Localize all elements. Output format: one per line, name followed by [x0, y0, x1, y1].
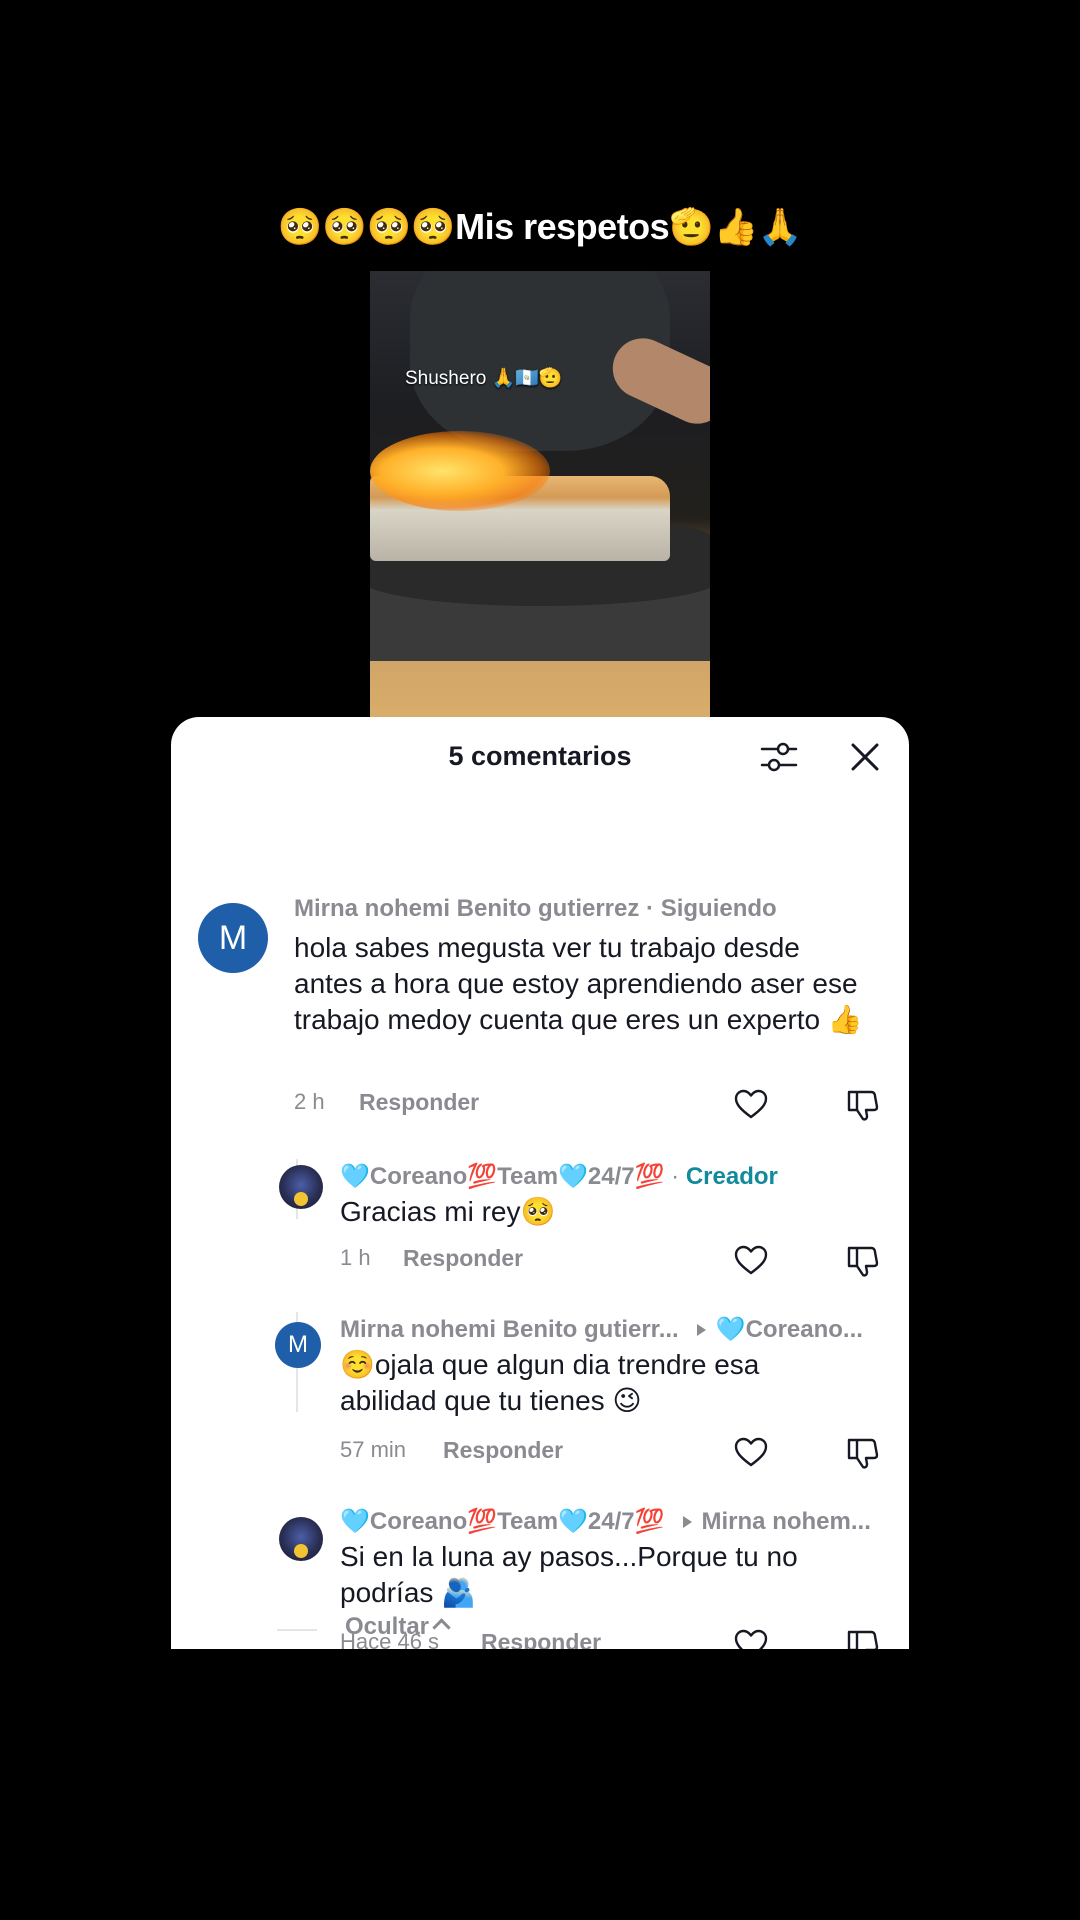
- dislike-icon[interactable]: [845, 1244, 881, 1278]
- avatar[interactable]: M: [198, 903, 268, 973]
- close-icon[interactable]: [847, 739, 883, 775]
- comments-sheet: 5 comentarios M Mirna nohemi Benito guti…: [171, 717, 909, 1649]
- reply-to-user[interactable]: 🩵Coreano...: [716, 1316, 863, 1343]
- video-player[interactable]: Shushero 🙏🇬🇹🫡: [370, 271, 710, 721]
- heart-icon[interactable]: [733, 1244, 769, 1276]
- reply-button[interactable]: Responder: [359, 1089, 479, 1116]
- creator-badge: Creador: [685, 1163, 778, 1190]
- hide-divider: [277, 1629, 317, 1631]
- avatar[interactable]: M: [275, 1322, 321, 1368]
- dislike-icon[interactable]: [845, 1088, 881, 1122]
- comment-author[interactable]: 🩵Coreano💯Team🩵24/7💯: [340, 1508, 665, 1535]
- comment-text: Gracias mi rey🥺: [340, 1196, 556, 1227]
- comment-author[interactable]: Mirna nohemi Benito gutierr...: [340, 1316, 679, 1343]
- follow-status: · Siguiendo: [639, 895, 777, 922]
- comment-author[interactable]: 🩵Coreano💯Team🩵24/7💯: [340, 1163, 665, 1190]
- comment-meta: Mirna nohemi Benito gutierrez · Siguiend…: [294, 895, 777, 923]
- avatar[interactable]: [279, 1517, 323, 1561]
- comment-meta: Mirna nohemi Benito gutierr... 🩵Coreano..…: [340, 1315, 863, 1344]
- avatar[interactable]: [279, 1165, 323, 1209]
- reply-arrow-icon: [682, 1515, 692, 1528]
- comment-time: 1 h: [340, 1245, 371, 1270]
- chevron-up-icon: [432, 1618, 451, 1637]
- dislike-icon[interactable]: [845, 1436, 881, 1470]
- comment-text: ☺️ojala que algun dia trendre esa abilid…: [340, 1349, 760, 1416]
- dislike-icon[interactable]: [845, 1628, 881, 1649]
- comment-text: hola sabes megusta ver tu trabajo desde …: [294, 932, 863, 1035]
- reply-button[interactable]: Responder: [403, 1245, 523, 1272]
- video-caption: 🥺🥺🥺🥺Mis respetos🫡👍🙏: [277, 206, 803, 247]
- comment-author[interactable]: Mirna nohemi Benito gutierrez: [294, 895, 639, 922]
- sheet-header: 5 comentarios: [171, 717, 909, 795]
- comment-meta: 🩵Coreano💯Team🩵24/7💯 · Creador: [340, 1163, 778, 1190]
- heart-icon[interactable]: [733, 1088, 769, 1120]
- hide-replies-button[interactable]: Ocultar: [345, 1613, 451, 1641]
- comment-meta: 🩵Coreano💯Team🩵24/7💯 Mirna nohem...: [340, 1507, 871, 1536]
- comment-time: 2 h: [294, 1089, 325, 1114]
- reply-button[interactable]: Responder: [481, 1629, 601, 1649]
- reply-arrow-icon: [696, 1323, 706, 1336]
- reply-to-user[interactable]: Mirna nohem...: [702, 1508, 871, 1535]
- reply-button[interactable]: Responder: [443, 1437, 563, 1464]
- comment-text: Si en la luna ay pasos...Porque tu no po…: [340, 1541, 798, 1608]
- heart-icon[interactable]: [733, 1436, 769, 1468]
- heart-icon[interactable]: [733, 1628, 769, 1649]
- video-overlay-label: Shushero 🙏🇬🇹🫡: [405, 368, 563, 389]
- comment-time: 57 min: [340, 1437, 407, 1462]
- sliders-icon[interactable]: [759, 739, 799, 775]
- video-flame: [370, 431, 550, 511]
